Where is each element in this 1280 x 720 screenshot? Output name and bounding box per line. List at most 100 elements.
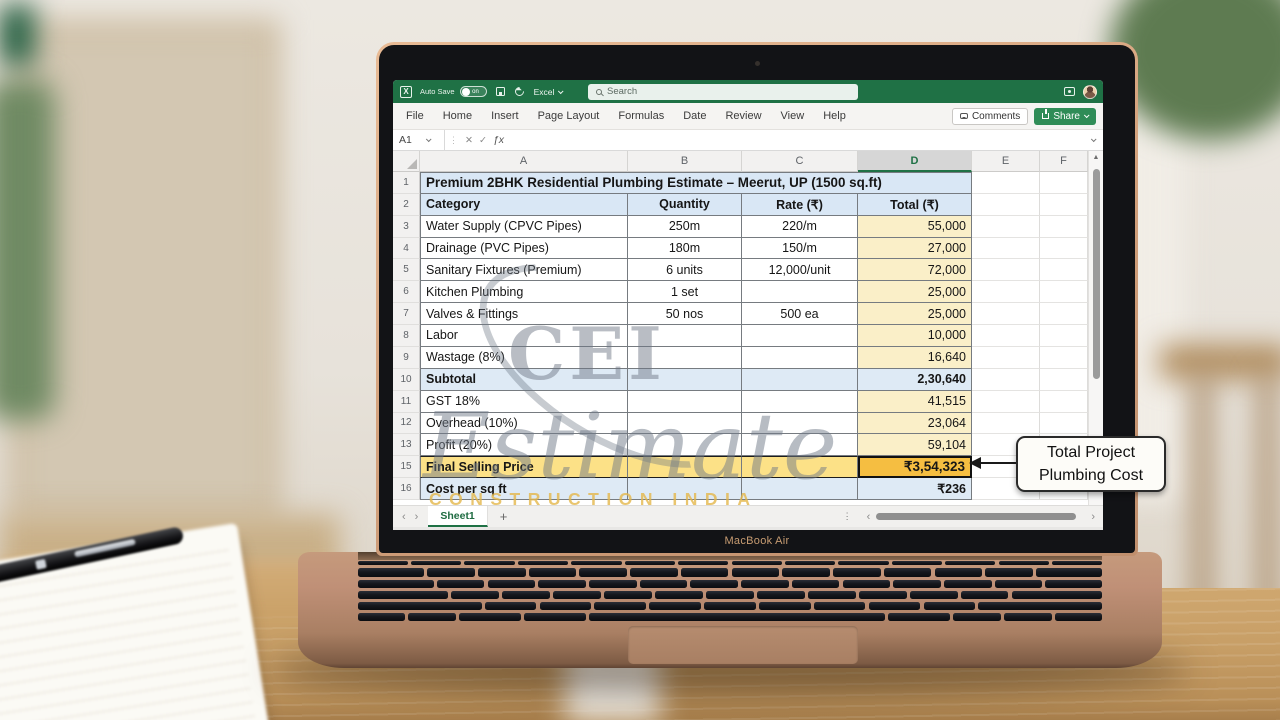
cell-total-row15[interactable]: ₹3,54,323 (858, 456, 972, 478)
column-header-E[interactable]: E (972, 151, 1040, 172)
cell-total-row7[interactable]: 25,000 (858, 303, 972, 325)
cell-category-row12[interactable]: Overhead (10%) (420, 413, 628, 435)
cell-rate-row8[interactable] (742, 325, 858, 347)
user-avatar[interactable] (1083, 85, 1097, 99)
cell-category-row13[interactable]: Profit (20%) (420, 434, 628, 456)
cell-F-row9[interactable] (1040, 347, 1088, 369)
horizontal-scroll-thumb[interactable] (876, 513, 1076, 520)
cell-total-row12[interactable]: 23,064 (858, 413, 972, 435)
cell-category-row2[interactable]: Category (420, 194, 628, 216)
autosave-toggle[interactable]: on (460, 86, 487, 97)
column-header-B[interactable]: B (628, 151, 742, 172)
cell-category-row16[interactable]: Cost per sq ft (420, 478, 628, 500)
cell-rate-row10[interactable] (742, 369, 858, 391)
cell-E-row12[interactable] (972, 413, 1040, 435)
cell-category-row7[interactable]: Valves & Fittings (420, 303, 628, 325)
row-number-6[interactable]: 6 (393, 281, 420, 303)
cell-E-row5[interactable] (972, 259, 1040, 281)
row-number-9[interactable]: 9 (393, 347, 420, 369)
cell-category-row11[interactable]: GST 18% (420, 391, 628, 413)
cell-total-row8[interactable]: 10,000 (858, 325, 972, 347)
row-number-4[interactable]: 4 (393, 238, 420, 260)
row-number-10[interactable]: 10 (393, 369, 420, 391)
search-input[interactable]: Search (588, 84, 858, 100)
cell-F-row2[interactable] (1040, 194, 1088, 216)
cell-E-row3[interactable] (972, 216, 1040, 238)
cell-E-row1[interactable] (972, 172, 1040, 194)
cell-total-row16[interactable]: ₹236 (858, 478, 972, 500)
cell-total-row4[interactable]: 27,000 (858, 238, 972, 260)
cell-quantity-row5[interactable]: 6 units (628, 259, 742, 281)
cell-total-row3[interactable]: 55,000 (858, 216, 972, 238)
ribbon-tab-review[interactable]: Review (725, 110, 761, 122)
cell-category-row10[interactable]: Subtotal (420, 369, 628, 391)
cell-quantity-row15[interactable] (628, 456, 742, 478)
cell-category-row4[interactable]: Drainage (PVC Pipes) (420, 238, 628, 260)
cell-total-row10[interactable]: 2,30,640 (858, 369, 972, 391)
cell-total-row6[interactable]: 25,000 (858, 281, 972, 303)
cell-quantity-row8[interactable] (628, 325, 742, 347)
cell-rate-row3[interactable]: 220/m (742, 216, 858, 238)
cell-E-row8[interactable] (972, 325, 1040, 347)
cell-quantity-row6[interactable]: 1 set (628, 281, 742, 303)
column-header-A[interactable]: A (420, 151, 628, 172)
cell-rate-row12[interactable] (742, 413, 858, 435)
cell-rate-row13[interactable] (742, 434, 858, 456)
cell-rate-row4[interactable]: 150/m (742, 238, 858, 260)
cell-category-row6[interactable]: Kitchen Plumbing (420, 281, 628, 303)
scroll-options-icon[interactable]: ⋮ (843, 511, 852, 522)
cell-total-row2[interactable]: Total (₹) (858, 194, 972, 216)
scroll-right-icon[interactable]: › (1091, 511, 1095, 523)
save-icon[interactable] (496, 87, 505, 96)
fx-icon[interactable]: ƒx (493, 134, 504, 146)
column-header-F[interactable]: F (1040, 151, 1088, 172)
scroll-up-icon[interactable]: ▲ (1089, 154, 1103, 161)
cell-F-row4[interactable] (1040, 238, 1088, 260)
cell-E-row10[interactable] (972, 369, 1040, 391)
cell-category-row9[interactable]: Wastage (8%) (420, 347, 628, 369)
ribbon-tab-file[interactable]: File (406, 110, 424, 122)
cell-E-row7[interactable] (972, 303, 1040, 325)
cell-quantity-row7[interactable]: 50 nos (628, 303, 742, 325)
present-icon[interactable] (1064, 87, 1075, 96)
enter-icon[interactable]: ✓ (479, 135, 487, 146)
cancel-icon[interactable]: ✕ (465, 135, 473, 146)
cell-rate-row7[interactable]: 500 ea (742, 303, 858, 325)
cell-rate-row9[interactable] (742, 347, 858, 369)
cell-rate-row6[interactable] (742, 281, 858, 303)
cell-quantity-row4[interactable]: 180m (628, 238, 742, 260)
cell-category-row8[interactable]: Labor (420, 325, 628, 347)
cell-total-row5[interactable]: 72,000 (858, 259, 972, 281)
column-header-C[interactable]: C (742, 151, 858, 172)
ribbon-tab-view[interactable]: View (781, 110, 805, 122)
cell-F-row10[interactable] (1040, 369, 1088, 391)
row-number-16[interactable]: 16 (393, 478, 420, 500)
cell-E-row11[interactable] (972, 391, 1040, 413)
row-number-13[interactable]: 13 (393, 434, 420, 456)
ribbon-tab-formulas[interactable]: Formulas (618, 110, 664, 122)
cell-F-row6[interactable] (1040, 281, 1088, 303)
next-sheet-icon[interactable]: › (415, 511, 419, 523)
ribbon-tab-help[interactable]: Help (823, 110, 846, 122)
scroll-left-icon[interactable]: ‹ (867, 511, 871, 523)
cell-quantity-row11[interactable] (628, 391, 742, 413)
cell-E-row4[interactable] (972, 238, 1040, 260)
row-number-11[interactable]: 11 (393, 391, 420, 413)
horizontal-scrollbar[interactable]: ⋮ ‹ › (843, 511, 1095, 523)
cell-F-row1[interactable] (1040, 172, 1088, 194)
cell-F-row5[interactable] (1040, 259, 1088, 281)
app-menu-dropdown[interactable]: Excel (534, 87, 563, 97)
row-number-2[interactable]: 2 (393, 194, 420, 216)
cell-quantity-row3[interactable]: 250m (628, 216, 742, 238)
vertical-scroll-thumb[interactable] (1093, 169, 1100, 379)
cell-category-row3[interactable]: Water Supply (CPVC Pipes) (420, 216, 628, 238)
row-number-1[interactable]: 1 (393, 172, 420, 194)
cell-F-row7[interactable] (1040, 303, 1088, 325)
comments-button[interactable]: Comments (952, 108, 1028, 125)
cell-F-row12[interactable] (1040, 413, 1088, 435)
cell-E-row2[interactable] (972, 194, 1040, 216)
cell-rate-row2[interactable]: Rate (₹) (742, 194, 858, 216)
row-number-7[interactable]: 7 (393, 303, 420, 325)
ribbon-tab-home[interactable]: Home (443, 110, 472, 122)
cell-rate-row11[interactable] (742, 391, 858, 413)
